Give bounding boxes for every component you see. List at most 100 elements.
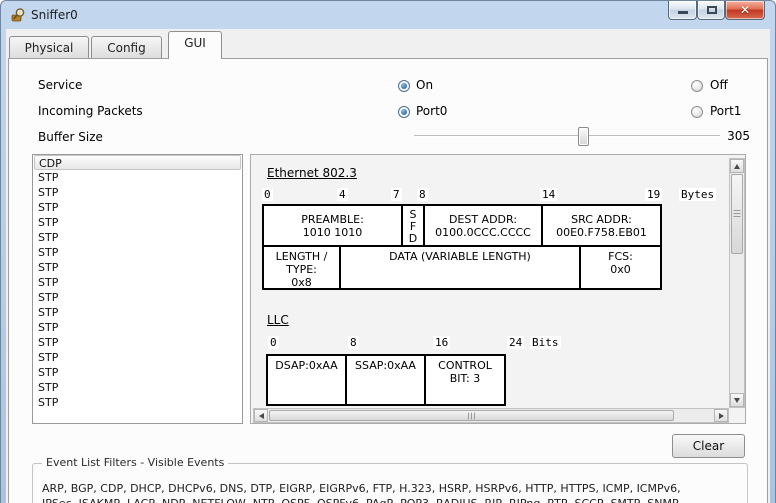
horizontal-scrollbar[interactable] [253, 408, 729, 423]
sniffer-icon [10, 7, 26, 23]
fcs-label: FCS: [608, 250, 633, 263]
length-type-label2: TYPE: [286, 263, 317, 276]
packet-list-item[interactable]: CDP [34, 155, 241, 170]
src-addr-value: 00E0.F758.EB01 [556, 226, 647, 239]
packet-list-item[interactable]: STP [33, 200, 242, 215]
incoming-port0-label[interactable]: Port0 [416, 104, 447, 118]
src-addr-label: SRC ADDR: [571, 213, 632, 226]
horizontal-scroll-thumb[interactable] [269, 410, 674, 421]
packet-list: CDP STP STP STP STP STP STP STP STP STP … [32, 154, 243, 424]
length-type-value: 0x8 [291, 276, 312, 289]
data-cell: DATA (VARIABLE LENGTH) [339, 245, 581, 290]
control-value: BIT: 3 [450, 372, 481, 385]
fcs-cell: FCS: 0x0 [579, 245, 662, 290]
scroll-up-button[interactable] [730, 159, 744, 173]
packet-list-item[interactable]: STP [33, 275, 242, 290]
src-addr-cell: SRC ADDR: 00E0.F758.EB01 [541, 204, 662, 247]
minimize-icon [678, 11, 688, 14]
eth-scale-14: 14 [540, 188, 557, 201]
scroll-down-icon [734, 398, 740, 403]
packet-list-item[interactable]: STP [33, 245, 242, 260]
service-on-radio[interactable] [398, 80, 410, 92]
scroll-left-button[interactable] [254, 409, 268, 422]
eth-scale-0: 0 [262, 188, 273, 201]
service-on-label[interactable]: On [416, 78, 433, 92]
incoming-port0-radio[interactable] [398, 106, 410, 118]
vertical-scroll-thumb[interactable] [731, 174, 743, 254]
buffer-size-slider-track[interactable] [414, 135, 720, 137]
ssap-cell: SSAP:0xAA [345, 354, 426, 406]
window-title: Sniffer0 [31, 8, 78, 22]
tab-gui[interactable]: GUI [168, 31, 222, 59]
buffer-size-value: 305 [722, 129, 750, 143]
data-label: DATA (VARIABLE LENGTH) [389, 250, 531, 263]
packet-list-item[interactable]: STP [33, 365, 242, 380]
sfd-cell: S F D [401, 204, 425, 247]
eth-unit-label: Bytes [679, 188, 716, 201]
llc-scale-0: 0 [268, 336, 279, 349]
packet-list-item[interactable]: STP [33, 395, 242, 410]
dsap-cell: DSAP:0xAA [266, 354, 347, 406]
scroll-grip-icon [468, 412, 476, 419]
preamble-label: PREAMBLE: [301, 213, 364, 226]
scroll-grip-icon [734, 210, 741, 218]
llc-scale-16: 16 [433, 336, 450, 349]
minimize-button[interactable] [668, 1, 697, 20]
service-label: Service [38, 78, 82, 92]
buffer-size-label: Buffer Size [38, 130, 103, 144]
packet-list-item[interactable]: STP [33, 170, 242, 185]
buffer-size-slider-handle[interactable] [578, 127, 589, 146]
eth-scale-7: 7 [391, 188, 402, 201]
clear-button[interactable]: Clear [672, 434, 745, 458]
incoming-port1-radio[interactable] [691, 106, 703, 118]
length-type-cell: LENGTH / TYPE: 0x8 [262, 245, 341, 290]
llc-unit-label: Bits [530, 336, 561, 349]
control-label: CONTROL [438, 359, 492, 372]
eth-scale-8: 8 [417, 188, 428, 201]
dest-addr-label: DEST ADDR: [449, 213, 517, 226]
scroll-right-button[interactable] [714, 409, 728, 422]
packet-list-item[interactable]: STP [33, 380, 242, 395]
close-icon: ✕ [726, 3, 764, 17]
dsap-value: DSAP:0xAA [275, 359, 337, 372]
tab-physical[interactable]: Physical [9, 36, 89, 59]
dest-addr-value: 0100.0CCC.CCCC [435, 226, 531, 239]
maximize-icon [707, 6, 717, 14]
packet-list-item[interactable]: STP [33, 185, 242, 200]
preamble-cell: PREAMBLE: 1010 1010 [262, 204, 403, 247]
packet-list-item[interactable]: STP [33, 320, 242, 335]
service-off-radio[interactable] [691, 80, 703, 92]
packet-list-item[interactable]: STP [33, 260, 242, 275]
maximize-button[interactable] [697, 1, 725, 20]
event-filters-line2: IPSec, ISAKMP, LACP, NDP, NETFLOW, NTP, … [42, 497, 679, 503]
packet-list-item[interactable]: STP [33, 305, 242, 320]
fcs-value: 0x0 [610, 263, 631, 276]
tab-config[interactable]: Config [91, 36, 162, 59]
incoming-packets-label: Incoming Packets [38, 104, 143, 118]
scroll-left-icon [259, 413, 264, 419]
llc-frame-title: LLC [267, 313, 289, 327]
length-type-label: LENGTH / [276, 250, 328, 263]
sniffer-window: Sniffer0 ✕ Physical Config GUI Service I… [0, 0, 776, 503]
incoming-port1-label[interactable]: Port1 [710, 104, 741, 118]
client-area: Physical Config GUI Service Incoming Pac… [6, 29, 770, 503]
llc-scale-8: 8 [348, 336, 359, 349]
packet-list-item[interactable]: STP [33, 230, 242, 245]
scroll-down-button[interactable] [730, 393, 744, 407]
packet-list-item[interactable]: STP [33, 335, 242, 350]
gui-tab-page: Service Incoming Packets Buffer Size On … [8, 58, 768, 503]
preamble-value: 1010 1010 [303, 226, 363, 239]
event-filters-line1: ARP, BGP, CDP, DHCP, DHCPv6, DNS, DTP, E… [42, 482, 681, 495]
close-button[interactable]: ✕ [725, 1, 765, 20]
ssap-value: SSAP:0xAA [355, 359, 416, 372]
service-off-label[interactable]: Off [710, 78, 728, 92]
packet-list-item[interactable]: STP [33, 290, 242, 305]
packet-list-item[interactable]: STP [33, 350, 242, 365]
vertical-scrollbar[interactable] [729, 158, 745, 408]
titlebar[interactable]: Sniffer0 ✕ [1, 1, 775, 29]
event-filters-groupbox: Event List Filters - Visible Events ARP,… [32, 463, 748, 503]
packet-detail-panel: Ethernet 802.3 0 4 7 8 14 19 Bytes PREAM… [250, 154, 746, 424]
window-controls: ✕ [668, 1, 765, 20]
packet-list-item[interactable]: STP [33, 215, 242, 230]
scroll-up-icon [734, 164, 740, 169]
